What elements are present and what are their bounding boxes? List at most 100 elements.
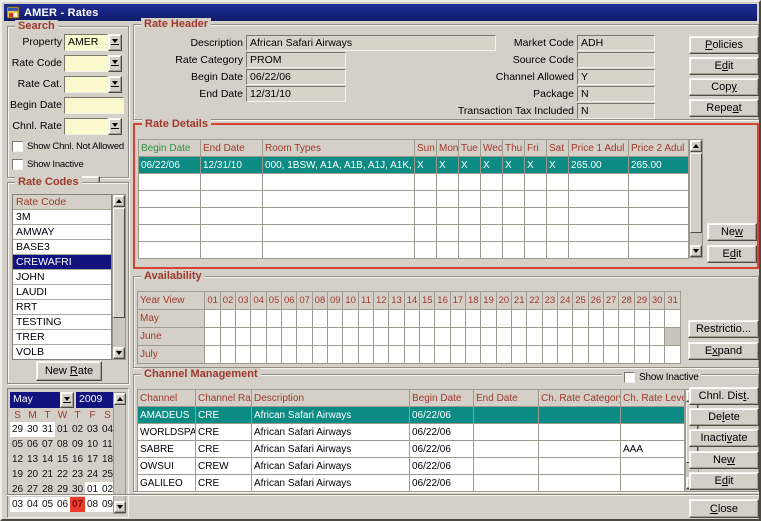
calendar-day-cell[interactable]: 16 [70,452,85,467]
scrollbar-thumb[interactable] [113,208,125,318]
availability-cell[interactable] [496,346,511,364]
availability-cell[interactable] [205,310,220,328]
availability-cell[interactable] [604,310,619,328]
rate-details-empty-row[interactable] [139,174,689,191]
channel-row[interactable]: WORLDSPACREAfrican Safari Airways06/22/0… [138,424,685,441]
availability-cell[interactable] [435,310,450,328]
availability-cell[interactable] [266,346,281,364]
availability-cell[interactable] [558,346,573,364]
scroll-up-icon[interactable] [690,140,702,152]
availability-cell[interactable] [435,328,450,346]
rate-details-scrollbar[interactable] [689,139,703,258]
availability-cell[interactable] [496,328,511,346]
availability-cell[interactable] [542,310,557,328]
availability-cell[interactable] [374,346,389,364]
availability-cell[interactable] [266,328,281,346]
availability-cell[interactable] [527,310,542,328]
year-view-header[interactable]: Year View [138,292,205,310]
calendar-day-cell[interactable]: 13 [25,452,40,467]
availability-cell[interactable] [374,328,389,346]
availability-cell[interactable] [236,310,251,328]
calendar-day-cell[interactable]: 29 [10,422,25,437]
availability-cell[interactable] [343,346,358,364]
availability-cell[interactable] [312,346,327,364]
rate-details-new-button[interactable]: New [707,223,757,241]
availability-cell[interactable] [205,328,220,346]
availability-cell[interactable] [389,328,404,346]
availability-cell[interactable] [450,310,465,328]
availability-cell[interactable] [251,310,266,328]
search-chnl-rate-dropdown-icon[interactable] [108,118,122,135]
availability-cell[interactable] [297,328,312,346]
expand-button[interactable]: Expand [688,342,759,360]
scroll-up-icon[interactable] [114,393,126,405]
chnl-dist-button[interactable]: Chnl. Dist. [689,387,759,405]
availability-cell[interactable] [220,346,235,364]
copy-button[interactable]: Copy [689,78,759,96]
availability-cell[interactable] [588,328,603,346]
rate-code-item[interactable]: JOHN [13,270,111,285]
availability-cell[interactable] [481,328,496,346]
calendar-day-cell[interactable]: 10 [85,437,100,452]
rate-code-item[interactable]: TRER [13,330,111,345]
calendar-today-cell[interactable]: 07 [70,497,85,512]
availability-cell[interactable] [450,346,465,364]
availability-cell[interactable] [236,328,251,346]
calendar-month-dropdown-icon[interactable] [60,392,74,408]
delete-button[interactable]: Delete [689,408,759,426]
availability-cell[interactable] [420,328,435,346]
availability-cell[interactable] [328,328,343,346]
calendar-day-cell[interactable]: 09 [70,437,85,452]
search-chnl-rate-input[interactable] [64,118,108,135]
availability-cell[interactable] [665,346,681,364]
availability-cell[interactable] [512,346,527,364]
availability-cell[interactable] [665,328,681,346]
availability-cell[interactable] [220,328,235,346]
availability-cell[interactable] [604,346,619,364]
calendar-day-cell[interactable]: 14 [40,452,55,467]
calendar-day-cell[interactable]: 24 [85,467,100,482]
calendar-day-cell[interactable]: 08 [85,497,100,512]
availability-cell[interactable] [650,346,665,364]
rate-code-item[interactable]: 3M [13,210,111,225]
show-inactive-checkbox[interactable] [12,159,23,170]
availability-cell[interactable] [650,310,665,328]
search-rate-code-input[interactable] [64,55,108,72]
rate-code-item[interactable]: BASE3 [13,240,111,255]
rate-details-edit-button[interactable]: Edit [707,245,757,263]
availability-cell[interactable] [650,328,665,346]
search-rate-cat-dropdown-icon[interactable] [108,76,122,93]
rate-details-row[interactable]: 06/22/0612/31/10000, 1BSW, A1A, A1B, A1J… [139,157,689,174]
scroll-down-icon[interactable] [113,347,125,359]
calendar-day-cell[interactable]: 06 [25,437,40,452]
edit-button[interactable]: Edit [689,57,759,75]
rate-code-item[interactable]: VOLB [13,345,111,360]
availability-cell[interactable] [404,328,419,346]
availability-cell[interactable] [358,328,373,346]
availability-cell[interactable] [466,328,481,346]
availability-cell[interactable] [450,328,465,346]
availability-cell[interactable] [634,310,649,328]
availability-cell[interactable] [282,346,297,364]
policies-button[interactable]: Policies [689,36,759,54]
rate-codes-scrollbar[interactable] [112,194,126,360]
rate-details-empty-row[interactable] [139,225,689,242]
calendar-day-cell[interactable]: 08 [55,437,70,452]
calendar-day-cell[interactable]: 06 [55,497,70,512]
availability-cell[interactable] [466,310,481,328]
availability-cell[interactable] [420,346,435,364]
availability-cell[interactable] [573,310,588,328]
availability-cell[interactable] [282,328,297,346]
availability-cell[interactable] [527,346,542,364]
availability-cell[interactable] [588,346,603,364]
availability-cell[interactable] [404,346,419,364]
rate-code-item[interactable]: CREWAFRI [13,255,111,270]
calendar-day-cell[interactable]: 01 [55,422,70,437]
availability-cell[interactable] [389,346,404,364]
availability-cell[interactable] [527,328,542,346]
search-begin-date-input[interactable] [64,97,124,114]
availability-cell[interactable] [343,310,358,328]
calendar-day-cell[interactable]: 12 [10,452,25,467]
availability-cell[interactable] [266,310,281,328]
availability-cell[interactable] [634,346,649,364]
